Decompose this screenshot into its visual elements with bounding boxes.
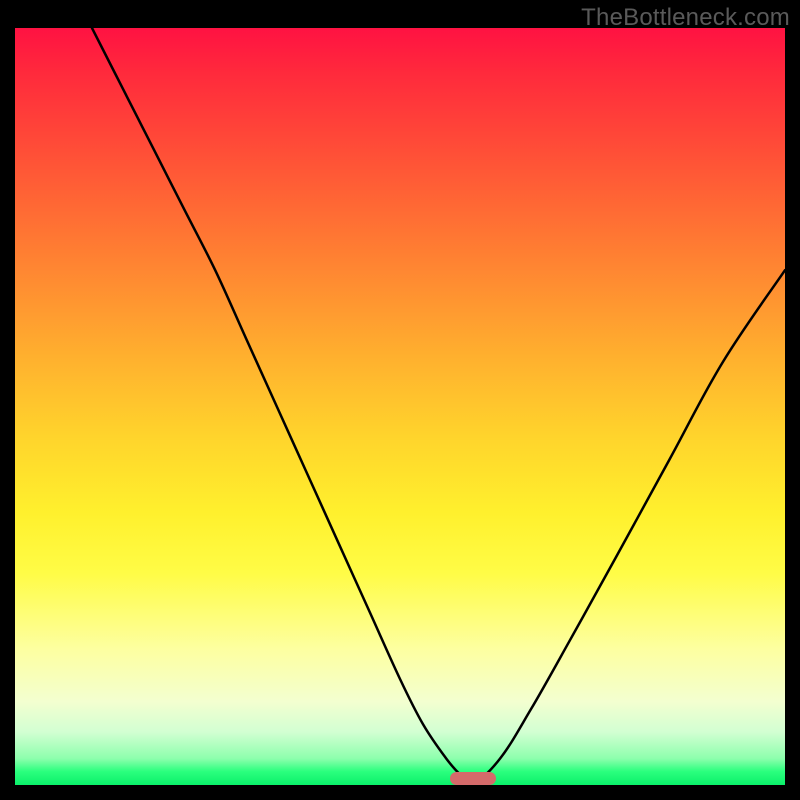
chart-frame: TheBottleneck.com [0, 0, 800, 800]
optimum-marker [450, 772, 496, 785]
bottleneck-curve-svg [15, 28, 785, 785]
plot-area [15, 28, 785, 785]
bottleneck-curve-path [92, 28, 785, 784]
watermark-text: TheBottleneck.com [581, 4, 790, 32]
